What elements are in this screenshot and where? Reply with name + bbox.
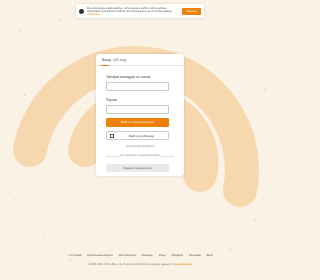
policy-text: Политика обработки и защиты данных в <box>123 263 172 266</box>
footer-link-mobile[interactable]: Мобильная версия <box>87 253 112 259</box>
cookie-banner: Мы используем cookie-файлы, чтобы сделат… <box>76 4 204 18</box>
footer-link-more[interactable]: Ещё <box>207 253 213 259</box>
forgot-login-link[interactable]: Не получается войти? <box>96 145 184 148</box>
cookie-icon <box>79 8 84 14</box>
cookie-accept-button[interactable]: Хорошо <box>181 7 201 15</box>
footer-link-gifts[interactable]: Подарки <box>172 253 183 259</box>
language-selector[interactable]: Русский <box>68 253 82 259</box>
password-field-label: Пароль <box>106 98 118 102</box>
tab-login[interactable]: Вход <box>102 58 111 62</box>
login-submit-button[interactable]: Войти в Одноклассники <box>106 118 169 127</box>
policy-link[interactable]: Одноклассниках <box>173 263 193 266</box>
footer-link-business[interactable]: Для бизнеса <box>119 253 136 259</box>
register-divider: Нет профиля в Одноклассниках <box>106 154 174 157</box>
password-input[interactable] <box>106 105 169 114</box>
cookie-details-link[interactable]: Подробнее <box>87 13 100 16</box>
login-field-label: Телефон или адрес эл. почты <box>106 75 151 79</box>
copyright-text: © 2006–2024 ООО «ВК», 12+ <box>87 263 123 266</box>
footer-link-help[interactable]: Помощь <box>142 253 153 259</box>
login-tabs: Вход QR-код <box>96 54 184 66</box>
footer-links: Русский Мобильная версия Для бизнеса Пом… <box>0 253 280 259</box>
login-card: Вход QR-код Телефон или адрес эл. почты … <box>96 54 184 176</box>
register-button[interactable]: Зарегистрироваться <box>106 164 169 172</box>
footer-copyright: © 2006–2024 ООО «ВК», 12+ Политика обраб… <box>0 263 280 266</box>
tab-qr-code[interactable]: QR-код <box>113 58 126 62</box>
cookie-banner-text: Мы используем cookie-файлы, чтобы сделат… <box>87 6 173 16</box>
qr-code-icon <box>110 134 114 138</box>
active-tab-indicator <box>101 65 109 66</box>
footer-link-ads[interactable]: Реклама <box>189 253 201 259</box>
login-input[interactable] <box>106 82 169 91</box>
footer-link-games[interactable]: Игры <box>159 253 166 259</box>
qr-login-button[interactable]: Войти по QR-коду <box>106 131 169 140</box>
